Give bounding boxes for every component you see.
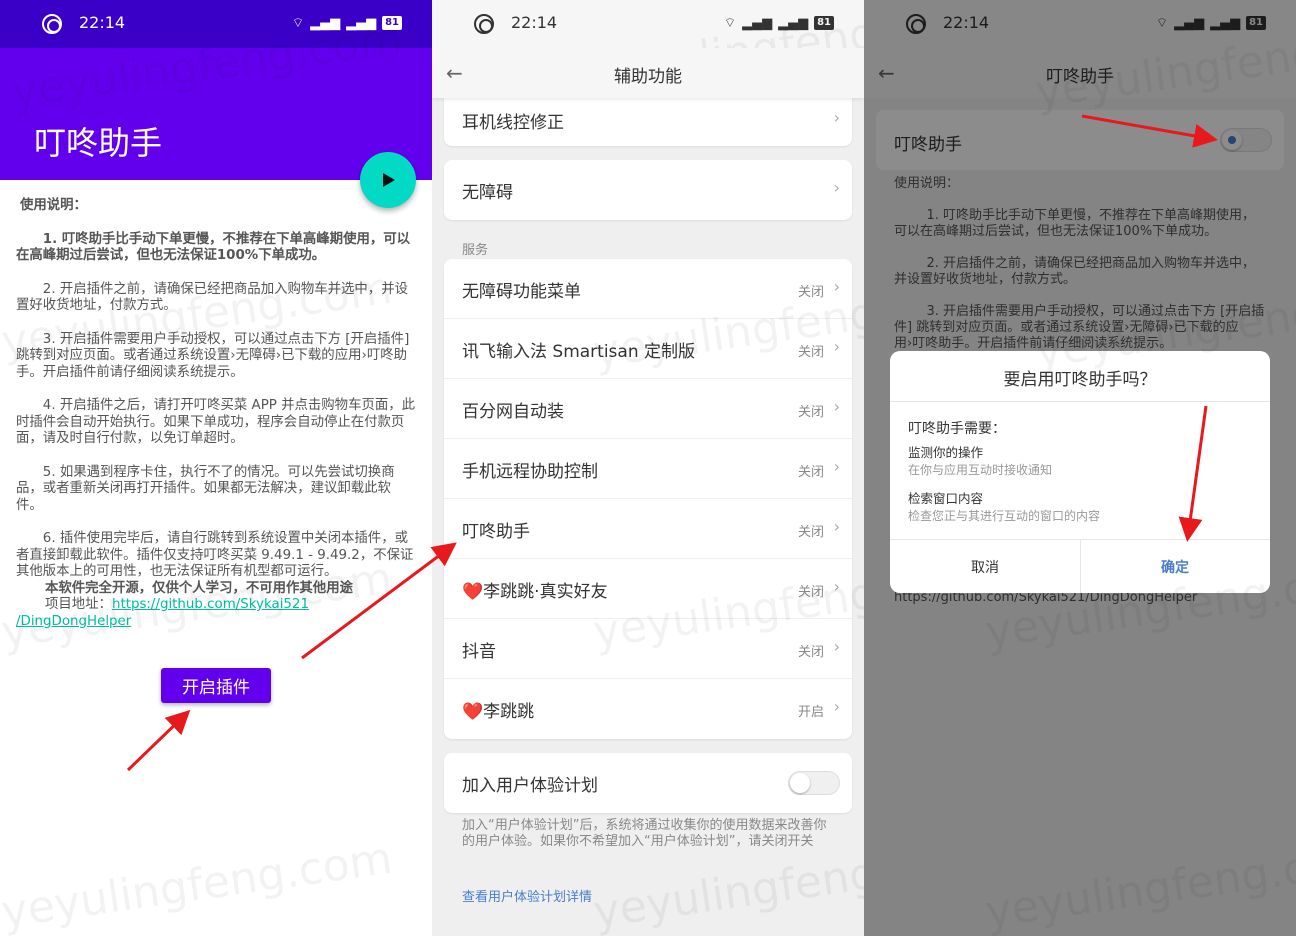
- service-label: 手机远程协助控制: [462, 462, 598, 482]
- chevron-right-icon: ›: [833, 637, 840, 656]
- doc-heading: 使用说明：: [20, 198, 87, 213]
- signal-icon: ▂▄▆: [310, 15, 341, 31]
- status-circle-icon: [42, 14, 62, 34]
- confirm-button[interactable]: 确定: [1080, 557, 1270, 577]
- permission-title: 检索窗口内容: [908, 491, 984, 506]
- page-title: 辅助功能: [614, 67, 682, 87]
- service-status: 关闭: [797, 345, 824, 360]
- settings-row-ux-plan: 加入用户体验计划: [444, 753, 852, 813]
- start-plugin-button[interactable]: 开启插件: [161, 668, 271, 703]
- status-bar: 22:14 ⌔ ▂▄▆ ▂▄▆ 81: [0, 0, 432, 48]
- signal-icon: ▂▄▆: [778, 15, 809, 31]
- service-label: 百分网自动装: [462, 402, 564, 422]
- service-status: 关闭: [797, 645, 824, 660]
- cancel-button[interactable]: 取消: [890, 557, 1080, 577]
- doc-para: 5. 如果遇到程序卡住，执行不了的情况。可以先尝试切换商品，或者重新关闭再打开插…: [16, 464, 395, 513]
- row-label: 无障碍: [462, 183, 513, 203]
- chevron-right-icon: ›: [833, 397, 840, 416]
- service-row[interactable]: 无障碍功能菜单 关闭 ›: [444, 259, 852, 319]
- status-icons: ⌔ ▂▄▆ ▂▄▆ 81: [724, 15, 834, 31]
- dingdong-service-screen: 22:14 ⌔ ▂▄▆ ▂▄▆ 81 ← 叮咚助手 叮咚助手 使用说明： 1. …: [864, 0, 1296, 936]
- doc-para: 1. 叮咚助手比手动下单更慢，不推荐在下单高峰期使用，可以在高峰期过后尝试，但也…: [16, 231, 411, 264]
- service-row[interactable]: 抖音 关闭 ›: [444, 619, 852, 679]
- service-row[interactable]: ❤️李跳跳 开启 ›: [444, 679, 852, 739]
- project-link-cont[interactable]: /DingDongHelper: [16, 614, 131, 629]
- doc-para: 6. 插件使用完毕后，请自行跳转到系统设置中关闭本插件，或者直接卸载此软件。插件…: [16, 531, 414, 579]
- play-icon: [383, 173, 395, 187]
- chevron-right-icon: ›: [833, 108, 840, 127]
- chevron-right-icon: ›: [833, 277, 840, 296]
- enable-service-dialog: 要启用叮咚助手吗？ 叮咚助手需要： 监测你的操作 在你与应用互动时接收通知 检索…: [890, 351, 1270, 593]
- service-row[interactable]: ❤️李跳跳·真实好友 关闭 ›: [444, 559, 852, 619]
- permission-title: 监测你的操作: [908, 445, 984, 460]
- service-label: 无障碍功能菜单: [462, 282, 581, 302]
- top-bar: ← 辅助功能: [432, 48, 864, 98]
- status-icons: ⌔ ▂▄▆ ▂▄▆ 81: [292, 15, 402, 31]
- chevron-right-icon: ›: [833, 577, 840, 596]
- row-label: 耳机线控修正: [462, 113, 564, 133]
- wifi-icon: ⌔: [723, 16, 737, 31]
- chevron-right-icon: ›: [833, 697, 840, 716]
- dialog-title: 要启用叮咚助手吗？: [1003, 370, 1157, 390]
- status-time: 22:14: [511, 13, 558, 32]
- service-status: 关闭: [797, 465, 824, 480]
- permission-desc: 在你与应用互动时接收通知: [908, 463, 1053, 477]
- service-row-dingdong[interactable]: 叮咚助手 关闭 ›: [444, 499, 852, 559]
- settings-row-accessibility[interactable]: 无障碍 ›: [444, 160, 852, 220]
- section-header-services: 服务: [462, 243, 489, 258]
- signal-icon: ▂▄▆: [346, 15, 377, 31]
- open-source-note: 本软件完全开源，仅供个人学习，不可用作其他用途: [45, 580, 353, 596]
- divider: [890, 401, 1270, 402]
- service-label: ❤️李跳跳: [462, 702, 535, 722]
- status-bar: 22:14 ⌔ ▂▄▆ ▂▄▆ 81: [432, 0, 864, 48]
- status-circle-icon: [474, 14, 494, 34]
- service-label: 抖音: [462, 642, 496, 662]
- chevron-right-icon: ›: [833, 457, 840, 476]
- doc-para: 3. 开启插件需要用户手动授权，可以通过点击下方 [开启插件] 跳转到对应页面。…: [16, 331, 410, 380]
- chevron-right-icon: ›: [833, 178, 840, 197]
- accessibility-card: 无障碍 ›: [444, 160, 852, 220]
- app-screen-dingdong: 22:14 ⌔ ▂▄▆ ▂▄▆ 81 叮咚助手 使用说明： 1. 叮咚助手比手动…: [0, 0, 432, 936]
- battery-icon: 81: [382, 16, 402, 30]
- service-row[interactable]: 讯飞输入法 Smartisan 定制版 关闭 ›: [444, 319, 852, 379]
- permission-desc: 检查您正与其进行互动的窗口的内容: [908, 509, 1101, 523]
- signal-icon: ▂▄▆: [742, 15, 773, 31]
- services-card: 无障碍功能菜单 关闭 › 讯飞输入法 Smartisan 定制版 关闭 › 百分网自动装…: [444, 259, 852, 739]
- service-status: 关闭: [797, 285, 824, 300]
- ux-plan-details-link[interactable]: 查看用户体验计划详情: [462, 886, 592, 905]
- project-line-2: /DingDongHelper: [16, 614, 416, 631]
- doc-para: 4. 开启插件之后，请打开叮咚买菜 APP 并点击购物车页面，此时插件会自动开始…: [16, 398, 416, 446]
- service-status: 开启: [797, 705, 824, 720]
- toggle-knob: [790, 773, 810, 793]
- app-title: 叮咚助手: [34, 124, 163, 162]
- ux-plan-card: 加入用户体验计划: [444, 753, 852, 813]
- project-label: 项目地址：: [45, 597, 112, 612]
- chevron-right-icon: ›: [833, 517, 840, 536]
- service-label: 讯飞输入法 Smartisan 定制版: [462, 342, 696, 362]
- status-time: 22:14: [79, 13, 126, 32]
- row-label: 加入用户体验计划: [462, 776, 598, 796]
- ux-plan-note: 加入“用户体验计划”后，系统将通过收集你的使用数据来改善你的用户体验。如果你不希…: [462, 818, 827, 849]
- service-label: ❤️李跳跳·真实好友: [462, 582, 608, 602]
- dialog-needs: 叮咚助手需要：: [908, 421, 1006, 437]
- watermark: yeyulingfeng.com: [0, 832, 396, 936]
- service-status: 关闭: [797, 405, 824, 420]
- chevron-right-icon: ›: [833, 337, 840, 356]
- service-row[interactable]: 手机远程协助控制 关闭 ›: [444, 439, 852, 499]
- ux-plan-toggle[interactable]: [788, 771, 840, 795]
- service-status: 关闭: [797, 525, 824, 540]
- project-link[interactable]: https://github.com/Skykai521: [112, 597, 309, 612]
- accessibility-settings-screen: 22:14 ⌔ ▂▄▆ ▂▄▆ 81 ← 辅助功能 耳机线控修正 › 无障碍 ›…: [432, 0, 864, 936]
- service-status: 关闭: [797, 585, 824, 600]
- service-row[interactable]: 百分网自动装 关闭 ›: [444, 379, 852, 439]
- instructions: 使用说明： 1. 叮咚助手比手动下单更慢，不推荐在下单高峰期使用，可以在高峰期过…: [16, 198, 416, 630]
- project-line: 项目地址：https://github.com/Skykai521: [16, 597, 416, 614]
- service-label: 叮咚助手: [462, 522, 530, 542]
- battery-icon: 81: [814, 16, 834, 30]
- wifi-icon: ⌔: [291, 16, 305, 31]
- doc-para: 2. 开启插件之前，请确保已经把商品加入购物车并选中，并设置好收货地址，付款方式…: [16, 281, 408, 314]
